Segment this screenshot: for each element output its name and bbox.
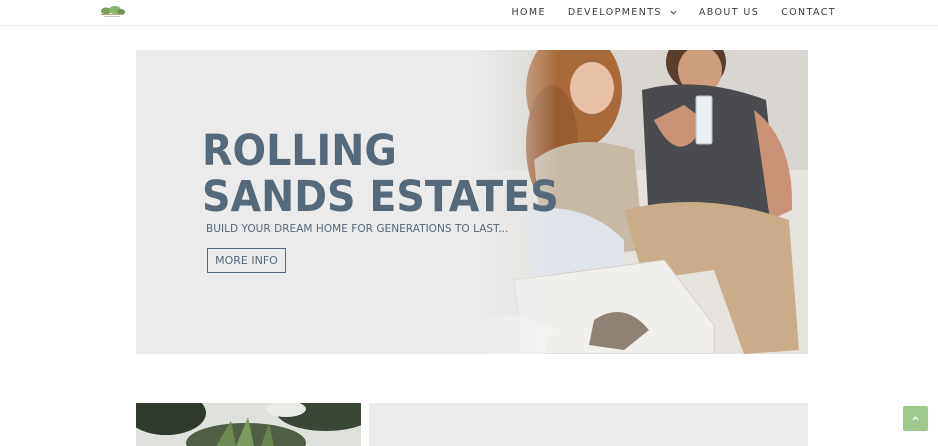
back-to-top-button[interactable]: [903, 406, 928, 431]
hero-subtitle: BUILD YOUR DREAM HOME FOR GENERATIONS TO…: [206, 222, 509, 235]
nav-item-home[interactable]: HOME: [512, 7, 546, 18]
hero-title: ROLLING SANDS ESTATES: [202, 128, 559, 220]
site-header: HOME DEVELOPMENTS ABOUT US CONTACT: [0, 0, 938, 26]
nav-item-label: HOME: [511, 6, 546, 18]
card-panel-right: [369, 403, 808, 446]
chevron-down-icon: [670, 9, 677, 16]
nav-item-label: CONTACT: [781, 6, 836, 18]
nav-item-label: DEVELOPMENTS: [567, 6, 662, 18]
logo-icon[interactable]: [98, 5, 126, 19]
nav-item-about-us[interactable]: ABOUT US: [699, 7, 759, 18]
more-info-button[interactable]: MORE INFO: [207, 248, 286, 273]
chevron-up-icon: [912, 416, 919, 421]
hero-title-line1: ROLLING: [202, 126, 397, 176]
nav-item-label: ABOUT US: [698, 6, 760, 18]
card-image-left: [136, 403, 361, 446]
nav-item-contact[interactable]: CONTACT: [781, 7, 836, 18]
nav-item-developments[interactable]: DEVELOPMENTS: [568, 7, 677, 18]
main-nav: HOME DEVELOPMENTS ABOUT US CONTACT: [490, 0, 837, 24]
hero-title-line2: SANDS ESTATES: [202, 172, 559, 222]
hero-banner: ROLLING SANDS ESTATES BUILD YOUR DREAM H…: [136, 50, 808, 354]
